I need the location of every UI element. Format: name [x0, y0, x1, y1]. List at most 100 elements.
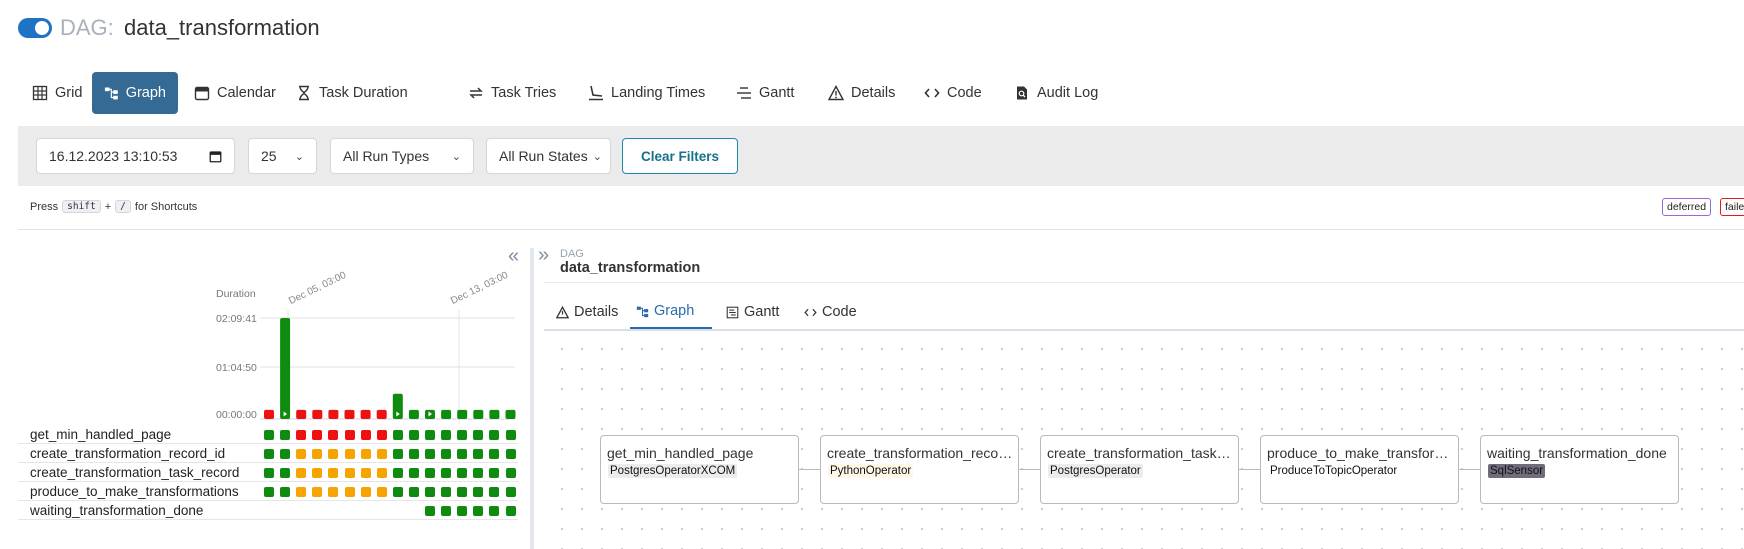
- nav-tab-task-duration[interactable]: Task Duration: [284, 72, 420, 114]
- task-instance-cell[interactable]: [441, 506, 452, 516]
- base-date-input[interactable]: 16.12.2023 13:10:53: [36, 138, 235, 174]
- task-instance-cell[interactable]: [473, 506, 484, 516]
- task-node-create-transformation-record-id[interactable]: create_transformation_record_id PythonOp…: [820, 435, 1019, 504]
- dag-run-bar[interactable]: [489, 409, 500, 419]
- task-instance-cell[interactable]: [264, 430, 274, 440]
- tab-details[interactable]: Details: [550, 295, 624, 329]
- task-instance-cell[interactable]: [457, 506, 468, 516]
- task-instance-cell[interactable]: [457, 487, 468, 497]
- task-instance-cell[interactable]: [441, 449, 452, 459]
- task-instance-cell[interactable]: [344, 468, 355, 478]
- legend-failed[interactable]: faile: [1720, 198, 1744, 216]
- task-instance-cell[interactable]: [392, 449, 403, 459]
- breadcrumb-dag-id[interactable]: data_transformation: [560, 260, 700, 276]
- task-instance-cell[interactable]: [296, 430, 307, 440]
- task-instance-cell[interactable]: [457, 449, 468, 459]
- nav-tab-code[interactable]: Code: [912, 72, 994, 114]
- task-instance-cell[interactable]: [489, 430, 500, 440]
- dag-run-bar[interactable]: [457, 409, 468, 419]
- dag-run-bar[interactable]: [328, 409, 339, 419]
- task-instance-cell[interactable]: [376, 468, 387, 478]
- task-instance-cell[interactable]: [408, 430, 419, 440]
- task-instance-cell[interactable]: [328, 487, 339, 497]
- task-instance-cell[interactable]: [441, 430, 452, 440]
- task-instance-cell[interactable]: [425, 430, 435, 440]
- task-instance-cell[interactable]: [296, 468, 307, 478]
- task-instance-cell[interactable]: [264, 468, 274, 478]
- task-instance-cell[interactable]: [376, 430, 387, 440]
- task-instance-cell[interactable]: [473, 468, 484, 478]
- task-instance-cell[interactable]: [264, 449, 274, 459]
- task-instance-cell[interactable]: [264, 487, 274, 497]
- task-instance-cell[interactable]: [489, 468, 500, 478]
- task-instance-cell[interactable]: [360, 430, 371, 440]
- run-state-select[interactable]: All Run States ⌄: [486, 138, 611, 174]
- task-instance-cell[interactable]: [473, 430, 484, 440]
- task-name[interactable]: get_min_handled_page: [30, 427, 171, 442]
- nav-tab-graph[interactable]: Graph: [92, 72, 178, 114]
- task-instance-cell[interactable]: [312, 468, 323, 478]
- task-name[interactable]: create_transformation_task_record: [30, 465, 239, 480]
- task-instance-cell[interactable]: [505, 487, 516, 497]
- expand-grid-icon[interactable]: »: [538, 244, 549, 267]
- task-instance-cell[interactable]: [505, 430, 516, 440]
- task-name[interactable]: produce_to_make_transformations: [30, 484, 239, 499]
- calendar-icon[interactable]: [209, 150, 222, 163]
- task-instance-cell[interactable]: [505, 506, 516, 516]
- task-instance-cell[interactable]: [376, 487, 387, 497]
- dag-run-bar[interactable]: [473, 409, 484, 419]
- nav-tab-grid[interactable]: Grid: [20, 72, 94, 114]
- task-instance-cell[interactable]: [489, 506, 500, 516]
- task-instance-cell[interactable]: [344, 430, 355, 440]
- dag-pause-toggle[interactable]: [18, 18, 52, 38]
- task-instance-cell[interactable]: [441, 468, 452, 478]
- task-instance-cell[interactable]: [280, 468, 291, 478]
- tab-code[interactable]: Code: [798, 295, 863, 329]
- task-instance-cell[interactable]: [441, 487, 452, 497]
- task-instance-cell[interactable]: [328, 468, 339, 478]
- dag-run-bar[interactable]: [312, 409, 323, 419]
- task-instance-cell[interactable]: [280, 487, 291, 497]
- panel-resizer[interactable]: [530, 248, 534, 549]
- task-node-produce-to-make-transformations[interactable]: produce_to_make_transformations ProduceT…: [1260, 435, 1459, 504]
- dag-run-bar[interactable]: [441, 409, 452, 419]
- dag-run-bar[interactable]: [264, 409, 274, 419]
- task-name[interactable]: create_transformation_record_id: [30, 446, 225, 461]
- tab-graph[interactable]: Graph: [630, 295, 712, 329]
- num-runs-select[interactable]: 25 ⌄: [248, 138, 317, 174]
- task-node-waiting-transformation-done[interactable]: waiting_transformation_done SqlSensor: [1480, 435, 1679, 504]
- task-instance-cell[interactable]: [505, 468, 516, 478]
- dag-run-bar[interactable]: [296, 409, 307, 419]
- task-instance-cell[interactable]: [296, 449, 307, 459]
- task-instance-cell[interactable]: [489, 449, 500, 459]
- task-instance-cell[interactable]: [360, 449, 371, 459]
- task-instance-cell[interactable]: [376, 449, 387, 459]
- task-instance-cell[interactable]: [328, 430, 339, 440]
- nav-tab-details[interactable]: Details: [816, 72, 907, 114]
- task-name[interactable]: waiting_transformation_done: [30, 503, 203, 518]
- nav-tab-task-tries[interactable]: Task Tries: [456, 72, 568, 114]
- task-instance-cell[interactable]: [408, 468, 419, 478]
- task-instance-cell[interactable]: [328, 449, 339, 459]
- nav-tab-gantt[interactable]: Gantt: [724, 72, 806, 114]
- nav-tab-audit-log[interactable]: Audit Log: [1002, 72, 1110, 114]
- task-instance-cell[interactable]: [473, 449, 484, 459]
- task-instance-cell[interactable]: [312, 430, 323, 440]
- task-instance-cell[interactable]: [312, 487, 323, 497]
- dag-run-bar[interactable]: [360, 409, 371, 419]
- collapse-grid-icon[interactable]: «: [508, 245, 519, 268]
- task-instance-cell[interactable]: [312, 449, 323, 459]
- task-instance-cell[interactable]: [473, 487, 484, 497]
- task-instance-cell[interactable]: [408, 449, 419, 459]
- task-instance-cell[interactable]: [505, 449, 516, 459]
- task-instance-cell[interactable]: [425, 449, 435, 459]
- task-node-create-transformation-task-record[interactable]: create_transformation_task_record Postgr…: [1040, 435, 1239, 504]
- task-instance-cell[interactable]: [408, 487, 419, 497]
- task-instance-cell[interactable]: [457, 430, 468, 440]
- nav-tab-landing-times[interactable]: Landing Times: [576, 72, 717, 114]
- nav-tab-calendar[interactable]: Calendar: [182, 72, 288, 114]
- task-instance-cell[interactable]: [425, 506, 435, 516]
- dag-run-bar[interactable]: [344, 409, 355, 419]
- clear-filters-button[interactable]: Clear Filters: [622, 138, 738, 174]
- task-instance-cell[interactable]: [344, 449, 355, 459]
